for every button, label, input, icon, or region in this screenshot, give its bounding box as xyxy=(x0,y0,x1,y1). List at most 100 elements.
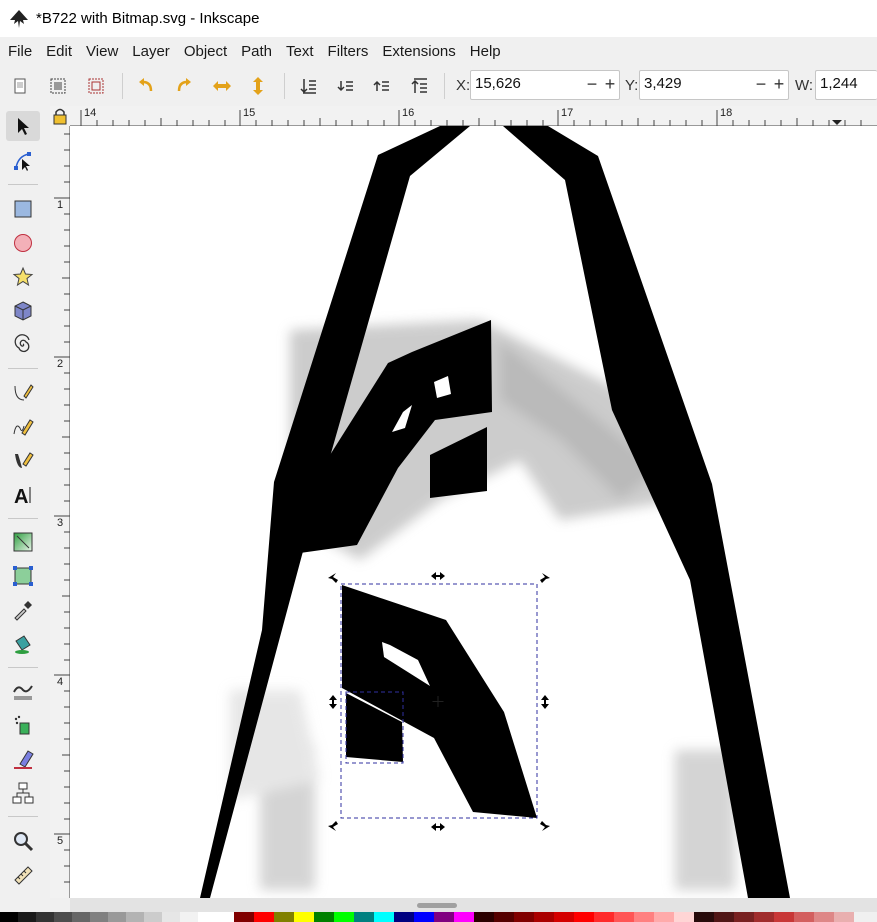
palette-swatch[interactable] xyxy=(834,912,854,922)
paint-bucket-tool[interactable] xyxy=(6,629,40,659)
palette-swatch[interactable] xyxy=(694,912,714,922)
palette-swatch[interactable] xyxy=(454,912,474,922)
palette-swatch[interactable] xyxy=(354,912,374,922)
horizontal-ruler[interactable]: 14 15 16 17 18 xyxy=(70,106,877,126)
menu-path[interactable]: Path xyxy=(234,43,279,60)
rotate-ccw-icon[interactable] xyxy=(134,74,158,98)
menu-layer[interactable]: Layer xyxy=(125,43,177,60)
zoom-tool[interactable] xyxy=(6,826,40,856)
calligraphy-tool[interactable] xyxy=(6,446,40,476)
pen-tool[interactable] xyxy=(6,412,40,442)
star-tool[interactable] xyxy=(6,262,40,292)
palette-swatch[interactable] xyxy=(374,912,394,922)
menu-extensions[interactable]: Extensions xyxy=(375,43,462,60)
w-field[interactable]: 1,244 xyxy=(815,70,877,100)
menu-help[interactable]: Help xyxy=(463,43,508,60)
text-tool[interactable]: A xyxy=(6,480,40,510)
horizontal-scrollbar[interactable] xyxy=(70,898,877,912)
menu-filters[interactable]: Filters xyxy=(321,43,376,60)
menu-view[interactable]: View xyxy=(79,43,125,60)
palette-swatch[interactable] xyxy=(714,912,734,922)
palette-swatch[interactable] xyxy=(734,912,754,922)
palette-swatch[interactable] xyxy=(334,912,354,922)
connector-tool[interactable] xyxy=(6,778,40,808)
x-value: 15,626 xyxy=(475,75,521,92)
eraser-tool[interactable] xyxy=(6,744,40,774)
gradient-tool[interactable] xyxy=(6,527,40,557)
palette-swatch[interactable] xyxy=(36,912,54,922)
palette-swatch[interactable] xyxy=(198,912,216,922)
palette-swatch[interactable] xyxy=(414,912,434,922)
calligraphy-icon xyxy=(15,452,34,468)
select-all-icon[interactable] xyxy=(8,74,32,98)
3d-box-tool[interactable] xyxy=(6,296,40,326)
palette-swatch[interactable] xyxy=(774,912,794,922)
rotate-cw-icon[interactable] xyxy=(172,74,196,98)
palette-swatch[interactable] xyxy=(394,912,414,922)
color-palette[interactable] xyxy=(0,912,877,922)
palette-swatch[interactable] xyxy=(534,912,554,922)
palette-swatch[interactable] xyxy=(90,912,108,922)
palette-swatch[interactable] xyxy=(634,912,654,922)
menu-object[interactable]: Object xyxy=(177,43,234,60)
palette-swatch[interactable] xyxy=(54,912,72,922)
dropper-tool[interactable] xyxy=(6,595,40,625)
mesh-tool[interactable] xyxy=(6,561,40,591)
palette-swatch[interactable] xyxy=(814,912,834,922)
palette-swatch[interactable] xyxy=(554,912,574,922)
measure-tool[interactable] xyxy=(6,860,40,890)
y-decrement-button[interactable]: − xyxy=(753,73,769,95)
palette-swatch[interactable] xyxy=(314,912,334,922)
palette-swatch[interactable] xyxy=(144,912,162,922)
raise-to-top-icon[interactable] xyxy=(408,74,432,98)
palette-swatch[interactable] xyxy=(108,912,126,922)
palette-swatch[interactable] xyxy=(494,912,514,922)
palette-swatch[interactable] xyxy=(614,912,634,922)
palette-swatch[interactable] xyxy=(514,912,534,922)
rectangle-tool[interactable] xyxy=(6,194,40,224)
ellipse-tool[interactable] xyxy=(6,228,40,258)
palette-swatch[interactable] xyxy=(162,912,180,922)
palette-swatch[interactable] xyxy=(234,912,254,922)
palette-swatch[interactable] xyxy=(474,912,494,922)
palette-swatch[interactable] xyxy=(294,912,314,922)
spray-tool[interactable] xyxy=(6,710,40,740)
lock-icon[interactable] xyxy=(50,106,70,126)
x-decrement-button[interactable]: − xyxy=(584,73,600,95)
pencil-tool[interactable] xyxy=(6,378,40,408)
palette-swatch[interactable] xyxy=(126,912,144,922)
palette-swatch[interactable] xyxy=(594,912,614,922)
palette-swatch[interactable] xyxy=(254,912,274,922)
palette-swatch[interactable] xyxy=(0,912,18,922)
raise-icon[interactable] xyxy=(370,74,394,98)
palette-swatch[interactable] xyxy=(754,912,774,922)
x-increment-button[interactable]: + xyxy=(602,73,618,95)
palette-swatch[interactable] xyxy=(674,912,694,922)
menu-text[interactable]: Text xyxy=(279,43,321,60)
drawing-canvas[interactable] xyxy=(70,126,877,898)
palette-swatch[interactable] xyxy=(794,912,814,922)
palette-swatch[interactable] xyxy=(180,912,198,922)
palette-swatch[interactable] xyxy=(274,912,294,922)
palette-swatch[interactable] xyxy=(434,912,454,922)
palette-swatch[interactable] xyxy=(574,912,594,922)
selector-tool[interactable] xyxy=(6,111,40,141)
menu-edit[interactable]: Edit xyxy=(39,43,79,60)
spiral-tool[interactable] xyxy=(6,330,40,360)
vertical-ruler[interactable]: 1 2 3 4 5 xyxy=(50,126,70,898)
deselect-icon[interactable] xyxy=(84,74,108,98)
palette-swatch[interactable] xyxy=(72,912,90,922)
tweak-tool[interactable] xyxy=(6,676,40,706)
palette-swatch[interactable] xyxy=(654,912,674,922)
flip-horizontal-icon[interactable] xyxy=(210,74,234,98)
flip-vertical-icon[interactable] xyxy=(246,74,270,98)
lower-to-bottom-icon[interactable] xyxy=(297,74,321,98)
lower-icon[interactable] xyxy=(334,74,358,98)
select-all-layers-icon[interactable] xyxy=(46,74,70,98)
node-tool[interactable] xyxy=(6,146,40,176)
palette-swatch[interactable] xyxy=(216,912,234,922)
y-increment-button[interactable]: + xyxy=(771,73,787,95)
scrollbar-thumb[interactable] xyxy=(417,903,457,908)
palette-swatch[interactable] xyxy=(18,912,36,922)
menu-file[interactable]: File xyxy=(0,43,39,60)
